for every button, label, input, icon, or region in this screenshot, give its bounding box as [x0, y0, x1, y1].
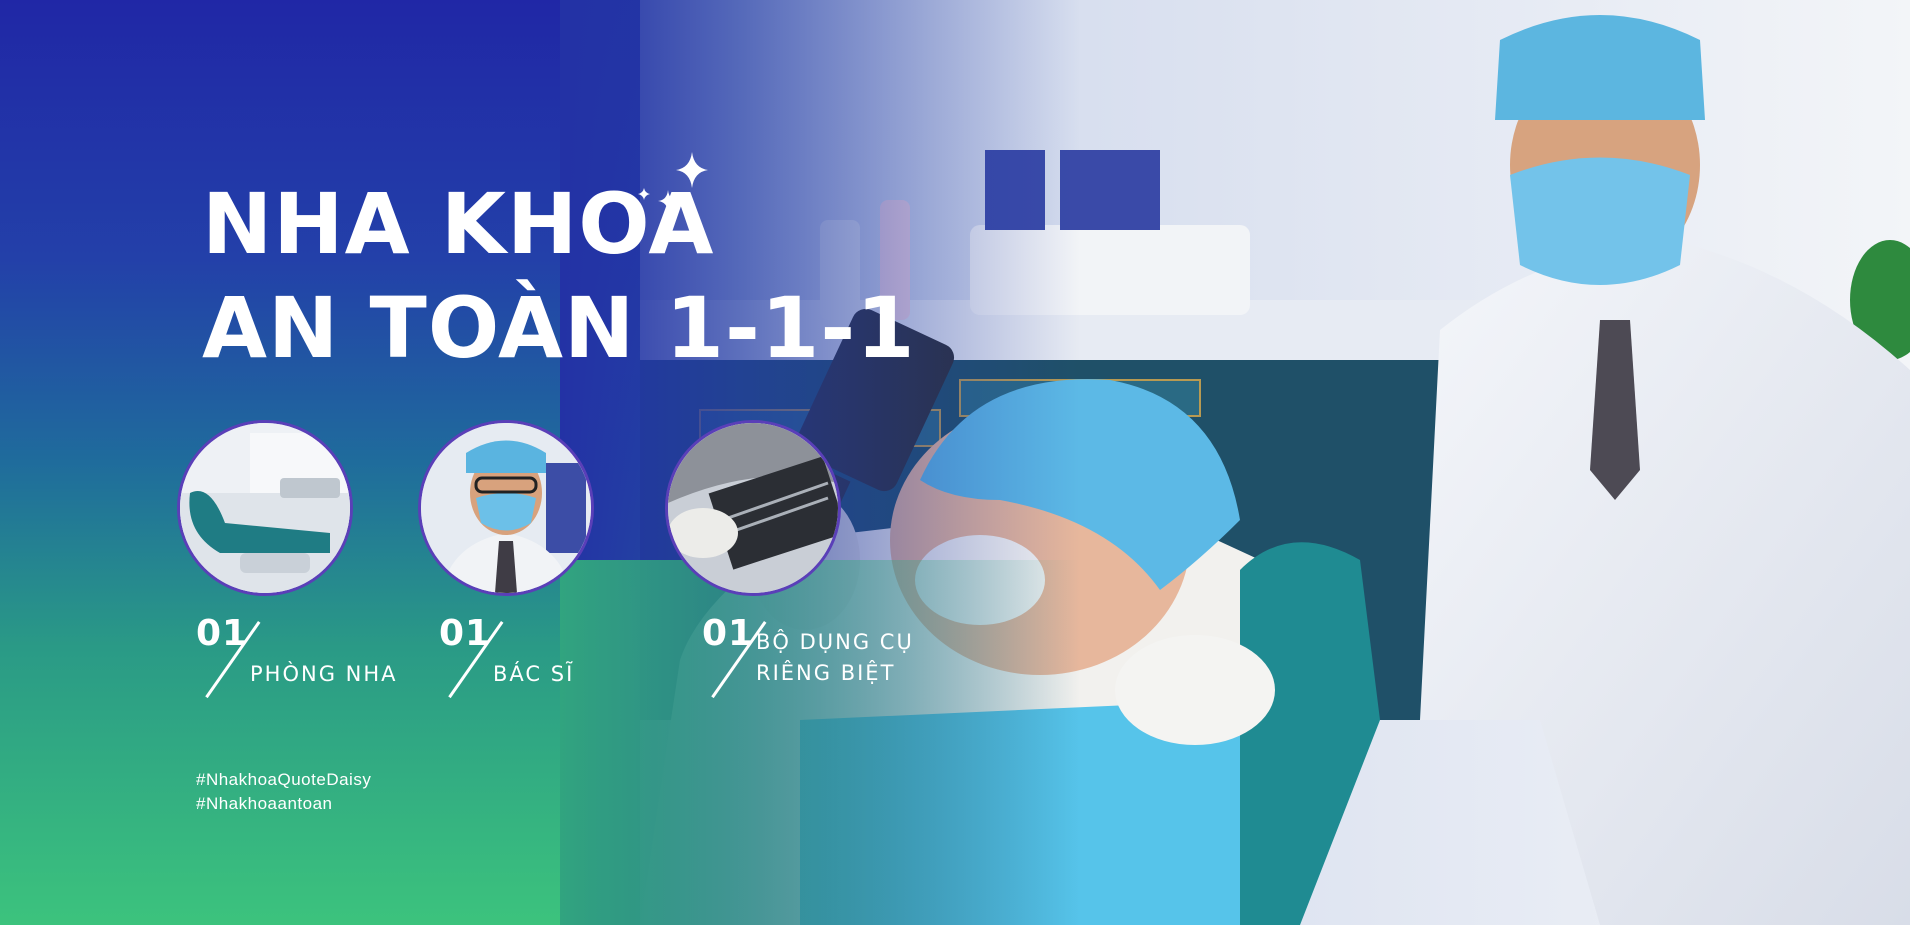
dental-room-photo	[177, 420, 353, 596]
feature-dentist: 01 BÁC SĨ	[439, 613, 659, 713]
hashtag: #NhakhoaQuoteDaisy	[196, 770, 372, 789]
headline-line-2: AN TOÀN 1-1-1	[202, 279, 916, 377]
feature-dental-room: 01 PHÒNG NHA	[196, 613, 416, 713]
headline: NHA KHOA AN TOÀN 1-1-1	[202, 172, 916, 380]
dental-instruments-photo	[665, 420, 841, 596]
feature-label: BỘ DỤNG CỤ RIÊNG BIỆT	[756, 627, 914, 689]
feature-label-line-2: RIÊNG BIỆT	[756, 661, 896, 685]
hero-banner: NHA KHOA AN TOÀN 1-1-1 01 PHÒNG NHA 01 B…	[0, 0, 1910, 925]
hashtag: #Nhakhoaantoan	[196, 794, 333, 813]
dentist-photo	[418, 420, 594, 596]
headline-line-1: NHA KHOA	[202, 175, 715, 273]
sparkle-icon	[638, 152, 708, 212]
feature-label: PHÒNG NHA	[250, 662, 398, 686]
feature-label: BÁC SĨ	[493, 662, 575, 686]
feature-instruments: 01 BỘ DỤNG CỤ RIÊNG BIỆT	[702, 613, 932, 713]
feature-label-line-1: BỘ DỤNG CỤ	[756, 630, 914, 654]
hashtags: #NhakhoaQuoteDaisy #Nhakhoaantoan	[196, 768, 371, 816]
